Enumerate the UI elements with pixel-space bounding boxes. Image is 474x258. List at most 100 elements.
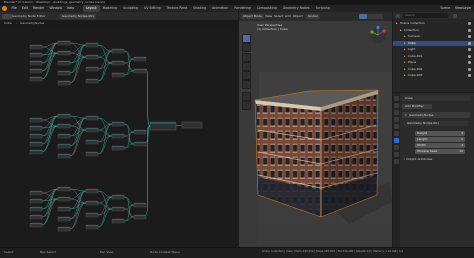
node-group-selector[interactable]: Geometry Nodes.001 xyxy=(60,13,96,19)
outliner-item-label: Cube.002 xyxy=(408,66,423,71)
visibility-eye-icon[interactable] xyxy=(468,61,471,64)
outliner-item[interactable]: ▸ Light xyxy=(393,47,474,52)
tab-animation[interactable]: Animation xyxy=(209,5,231,12)
tab-modeling[interactable]: Modeling xyxy=(100,5,121,12)
top-menu-bar: File Edit Render Window Help Layout Mode… xyxy=(0,5,474,12)
modifier-header[interactable]: ▾ GeometryNodes xyxy=(402,112,470,118)
visibility-eye-icon[interactable] xyxy=(468,28,471,32)
node-link xyxy=(41,198,59,218)
outliner-item[interactable]: ▸ Scene Collection xyxy=(393,21,474,26)
tab-geometry-nodes[interactable]: Geometry Nodes xyxy=(280,5,313,12)
node-header xyxy=(58,144,70,146)
tool-tab-icon[interactable] xyxy=(394,96,399,101)
node-header xyxy=(30,77,42,79)
node-link xyxy=(97,123,113,155)
visibility-eye-icon[interactable] xyxy=(468,67,471,71)
node-header xyxy=(112,49,124,51)
filter-icon[interactable] xyxy=(453,13,457,18)
node-header xyxy=(58,197,70,199)
scene-tab-icon[interactable] xyxy=(394,117,399,122)
node-graph[interactable] xyxy=(0,27,238,247)
output-attributes-panel[interactable]: › Output Attributes xyxy=(404,157,432,161)
node-header xyxy=(58,207,70,209)
menu-window[interactable]: Window xyxy=(47,5,65,12)
node-header xyxy=(30,126,42,128)
render-tab-icon[interactable] xyxy=(394,103,399,108)
visibility-eye-icon[interactable] xyxy=(468,54,471,58)
object-tab-icon[interactable] xyxy=(394,131,399,136)
node-header xyxy=(30,134,42,136)
height-field[interactable]: Height 4 xyxy=(415,131,465,136)
node-link xyxy=(97,117,113,125)
menu-edit[interactable]: Edit xyxy=(19,5,30,12)
visibility-eye-icon[interactable] xyxy=(468,48,471,51)
outliner-search-input[interactable]: Search xyxy=(403,13,448,18)
tab-uv-editing[interactable]: UV Editing xyxy=(141,5,164,12)
tab-sculpting[interactable]: Sculpting xyxy=(120,5,141,12)
view-layer-selector[interactable]: ViewLayer xyxy=(453,5,474,12)
scene-selector[interactable]: Scene xyxy=(438,5,453,12)
node-header xyxy=(58,187,70,189)
3d-viewport[interactable]: Object Mode View Select Add Object Globa… xyxy=(239,12,392,247)
outliner-item[interactable]: ▸ Cube.001 xyxy=(393,54,474,59)
node-header xyxy=(30,118,42,120)
object-type-icon: ▸ xyxy=(404,47,406,51)
visibility-eye-icon[interactable] xyxy=(468,74,471,77)
node-header xyxy=(112,61,124,63)
outliner-item[interactable]: ▸ Plane xyxy=(393,60,474,65)
outliner-item-label: Collection xyxy=(404,27,419,32)
node-cluster[interactable] xyxy=(29,40,151,127)
output-node[interactable] xyxy=(149,121,203,131)
node-link xyxy=(97,44,113,52)
tab-texture-paint[interactable]: Texture Paint xyxy=(164,5,191,12)
tab-scripting[interactable]: Scripting xyxy=(313,5,333,12)
node-header xyxy=(58,114,70,116)
world-tab-icon[interactable] xyxy=(394,124,399,129)
node-link xyxy=(41,46,59,54)
output-tab-icon[interactable] xyxy=(394,110,399,115)
outliner-item[interactable]: ▸ Camera xyxy=(393,34,474,39)
node-header xyxy=(58,217,70,219)
node-header xyxy=(86,79,98,81)
visibility-eye-icon[interactable] xyxy=(468,35,471,38)
visibility-eye-icon[interactable] xyxy=(468,41,471,45)
outliner-display-mode-icon[interactable] xyxy=(396,13,400,18)
add-modifier-button[interactable]: Add Modifier xyxy=(402,104,432,109)
building-model[interactable] xyxy=(239,12,392,247)
node-link xyxy=(69,202,87,230)
menu-render[interactable]: Render xyxy=(31,5,47,12)
status-select: Select xyxy=(4,250,14,254)
object-name-field[interactable]: Cube xyxy=(402,96,470,101)
node-group-field[interactable]: Geometry Nodes.001 xyxy=(404,121,468,126)
node-header xyxy=(58,124,70,126)
node-cluster[interactable] xyxy=(29,113,151,159)
outliner-item[interactable]: ▸ Cube.003 xyxy=(393,73,474,78)
node-header xyxy=(86,225,98,227)
node-header xyxy=(86,43,98,45)
node-link xyxy=(41,52,59,72)
node-link xyxy=(69,44,87,64)
material-tab-icon[interactable] xyxy=(394,159,399,164)
length-field[interactable]: Length 5 xyxy=(415,137,465,142)
window-seed-field[interactable]: Window Seed 12 xyxy=(415,149,465,154)
tab-layout[interactable]: Layout xyxy=(82,5,100,12)
visibility-eye-icon[interactable] xyxy=(468,22,471,25)
modifier-tab-icon[interactable] xyxy=(394,138,399,143)
width-field[interactable]: Width 4 xyxy=(415,143,465,148)
menu-file[interactable]: File xyxy=(9,5,19,12)
node-canvas[interactable] xyxy=(0,27,238,247)
tab-shading[interactable]: Shading xyxy=(190,5,209,12)
particles-tab-icon[interactable] xyxy=(394,145,399,150)
physics-tab-icon[interactable] xyxy=(394,152,399,157)
outliner-item[interactable]: ▸ Cube.002 xyxy=(393,67,474,72)
node-header xyxy=(112,134,124,136)
node-header xyxy=(86,189,98,191)
outliner-item[interactable]: ▸ Collection xyxy=(393,28,474,33)
node-header xyxy=(134,142,146,144)
outliner-item[interactable]: ▸ Cube xyxy=(393,40,474,46)
menu-help[interactable]: Help xyxy=(64,5,76,12)
tab-rendering[interactable]: Rendering xyxy=(231,5,253,12)
blender-logo-icon[interactable] xyxy=(2,6,7,11)
status-context-menu: Node Context Menu xyxy=(150,250,180,254)
tab-compositing[interactable]: Compositing xyxy=(254,5,280,12)
